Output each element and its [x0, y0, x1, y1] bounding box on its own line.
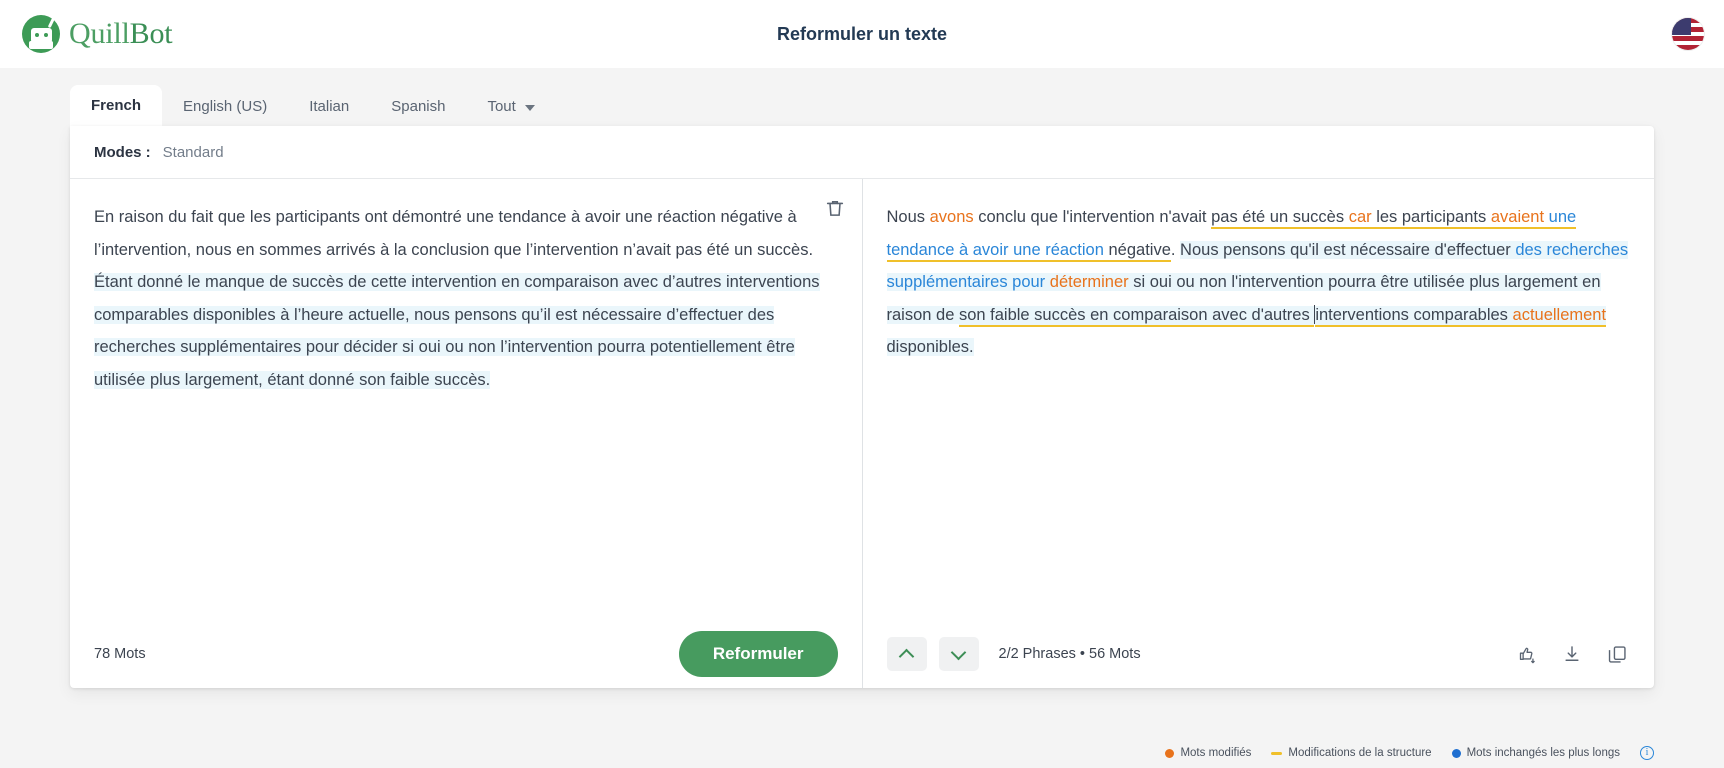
output-segment-16: son faible succès en comparaison avec d'…: [958, 305, 1315, 327]
legend-dot-orange: [1165, 748, 1175, 758]
chevron-down-icon: [950, 644, 967, 660]
legend: Mots modifiés Modifications de la struct…: [1165, 746, 1654, 760]
legend-dot-blue: [1451, 748, 1461, 758]
copy-icon[interactable]: [1604, 641, 1630, 667]
output-footer: 2/2 Phrases • 56 Mots: [863, 620, 1655, 688]
legend-label-changed-words: Mots modifiés: [1180, 747, 1252, 759]
tab-english-us[interactable]: English (US): [162, 88, 288, 126]
legend-dash-yellow: [1271, 751, 1283, 755]
output-textarea[interactable]: Nous avons conclu que l'intervention n'a…: [863, 179, 1655, 620]
us-flag-icon[interactable]: [1672, 18, 1704, 50]
input-pane: En raison du fait que les participants o…: [70, 179, 863, 688]
next-sentence-button[interactable]: [938, 637, 979, 671]
download-icon[interactable]: [1559, 641, 1585, 667]
output-segment-2: conclu que l'intervention n'avait: [973, 208, 1212, 226]
tab-italian[interactable]: Italian: [288, 88, 370, 126]
sentence-word-info: 2/2 Phrases • 56 Mots: [998, 646, 1141, 662]
quillbot-robot-icon: [22, 15, 60, 53]
legend-label-unchanged-words: Mots inchangés les plus longs: [1466, 747, 1620, 759]
tab-spanish[interactable]: Spanish: [370, 88, 466, 126]
output-segment-18: interventions comparables: [1315, 305, 1513, 327]
tab-all-languages-label: Tout: [487, 98, 516, 115]
modes-row: Modes : Standard: [70, 126, 1654, 179]
brand-wordmark: QuillBot: [69, 17, 173, 51]
brand-name-first: Quill: [69, 17, 130, 50]
input-word-count: 78 Mots: [94, 646, 146, 662]
output-actions: [1514, 641, 1630, 667]
page-title: Reformuler un texte: [776, 23, 948, 44]
page-body: French English (US) Italian Spanish Tout…: [0, 68, 1724, 768]
output-segment-11: Nous pensons qu'il est nécessaire d'effe…: [1180, 240, 1516, 259]
legend-item-structure: Modifications de la structure: [1271, 747, 1432, 759]
output-segment-0: Nous: [886, 208, 930, 226]
output-segment-7: [1544, 208, 1549, 229]
input-text-plain: En raison du fait que les participants o…: [94, 208, 814, 259]
input-footer: 78 Mots Reformuler: [70, 620, 862, 688]
thumbs-up-down-icon[interactable]: [1514, 641, 1540, 667]
brand-logo-group[interactable]: QuillBot: [22, 15, 173, 53]
output-segment-5: les participants: [1371, 208, 1491, 229]
legend-item-changed-words: Mots modifiés: [1165, 747, 1251, 759]
brand-name-second: Bot: [129, 17, 173, 50]
input-text-highlighted: Étant donné le manque de succès de cette…: [94, 273, 820, 389]
info-icon[interactable]: i: [1640, 746, 1654, 760]
output-segment-4: car: [1348, 208, 1372, 229]
previous-sentence-button[interactable]: [886, 637, 927, 671]
input-textarea[interactable]: En raison du fait que les participants o…: [70, 179, 862, 620]
mode-standard[interactable]: Standard: [163, 144, 224, 161]
output-segment-19: actuellement: [1512, 305, 1607, 327]
output-segment-10: .: [1170, 240, 1181, 259]
output-segment-1: avons: [929, 208, 974, 226]
chevron-up-icon: [898, 648, 915, 664]
output-segment-20: disponibles.: [886, 338, 974, 356]
legend-item-unchanged-words: Mots inchangés les plus longs: [1451, 747, 1620, 759]
app-header: QuillBot Reformuler un texte: [0, 0, 1724, 68]
chevron-down-icon: [524, 104, 535, 111]
editor-panes: En raison du fait que les participants o…: [70, 179, 1654, 688]
output-segment-3: pas été un succès: [1211, 208, 1349, 229]
output-segment-14: déterminer: [1049, 273, 1129, 291]
paraphraser-card: Modes : Standard En raison du fait que l…: [70, 126, 1654, 688]
output-pane: Nous avons conclu que l'intervention n'a…: [863, 179, 1655, 688]
legend-label-structure: Modifications de la structure: [1288, 747, 1432, 759]
tab-french[interactable]: French: [70, 85, 163, 126]
rephrase-button[interactable]: Reformuler: [678, 631, 838, 677]
output-segment-9: négative: [1103, 240, 1171, 262]
output-segment-6: avaient: [1490, 208, 1545, 229]
tab-all-languages[interactable]: Tout: [466, 88, 555, 126]
modes-label: Modes :: [94, 143, 151, 161]
language-tabbar: French English (US) Italian Spanish Tout: [70, 84, 1654, 126]
trash-icon[interactable]: [824, 197, 846, 219]
